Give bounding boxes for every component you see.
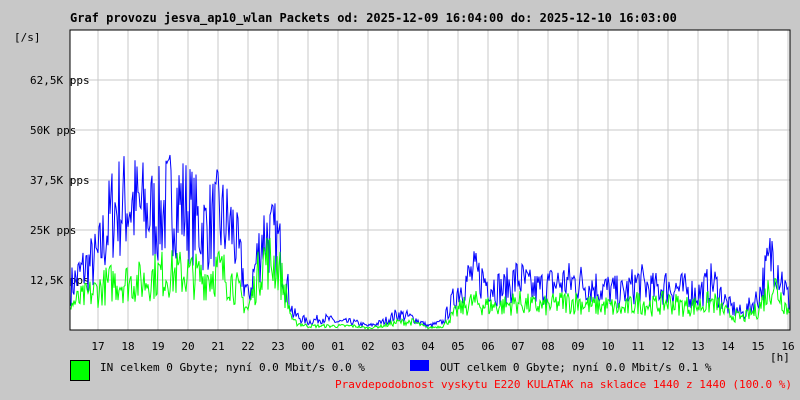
x-tick-label: 00 — [301, 340, 314, 353]
y-tick-label: 25K pps — [30, 224, 76, 237]
x-tick-label: 13 — [691, 340, 704, 353]
x-tick-label: 18 — [121, 340, 134, 353]
y-tick-label: 12,5K pps — [30, 274, 90, 287]
x-tick-label: 03 — [391, 340, 404, 353]
x-tick-label: 20 — [181, 340, 194, 353]
x-tick-label: 02 — [361, 340, 374, 353]
x-tick-label: 09 — [571, 340, 584, 353]
out-legend-text: OUT celkem 0 Gbyte; nyní 0.0 Mbit/s 0.1 … — [440, 361, 712, 374]
in-legend-text: IN celkem 0 Gbyte; nyní 0.0 Mbit/s 0.0 % — [100, 361, 365, 374]
x-tick-label: 06 — [481, 340, 494, 353]
in-legend-swatch — [70, 360, 90, 381]
x-tick-label: 21 — [211, 340, 224, 353]
footer-note: Pravdepodobnost vyskytu E220 KULATAK na … — [335, 378, 792, 391]
x-tick-label: 07 — [511, 340, 524, 353]
x-tick-label: 14 — [721, 340, 735, 353]
x-tick-label: 11 — [631, 340, 644, 353]
plot-area: 17 18 19 20 21 22 23 00 01 02 03 04 05 06 07 08 09 10 11 12… — [30, 29, 795, 353]
x-tick-label: 15 — [751, 340, 764, 353]
x-tick-label: 22 — [241, 340, 254, 353]
y-tick-label: 62,5K pps — [30, 74, 90, 87]
x-tick-label: 19 — [151, 340, 164, 353]
y-tick-label: 50K pps — [30, 124, 76, 137]
out-legend-swatch — [410, 360, 429, 371]
y-tick-label: 37,5K pps — [30, 174, 90, 187]
x-tick-label: 04 — [421, 340, 435, 353]
x-tick-label: 01 — [331, 340, 344, 353]
x-tick-label: 12 — [661, 340, 674, 353]
x-tick-label: 05 — [451, 340, 464, 353]
x-tick-label: 10 — [601, 340, 614, 353]
x-tick-label: 08 — [541, 340, 554, 353]
x-tick-label: 17 — [91, 340, 104, 353]
x-unit-label: [h] — [770, 351, 790, 364]
x-tick-label: 23 — [271, 340, 284, 353]
traffic-graph: Graf provozu jesva_ap10_wlan Packets od:… — [0, 0, 800, 400]
